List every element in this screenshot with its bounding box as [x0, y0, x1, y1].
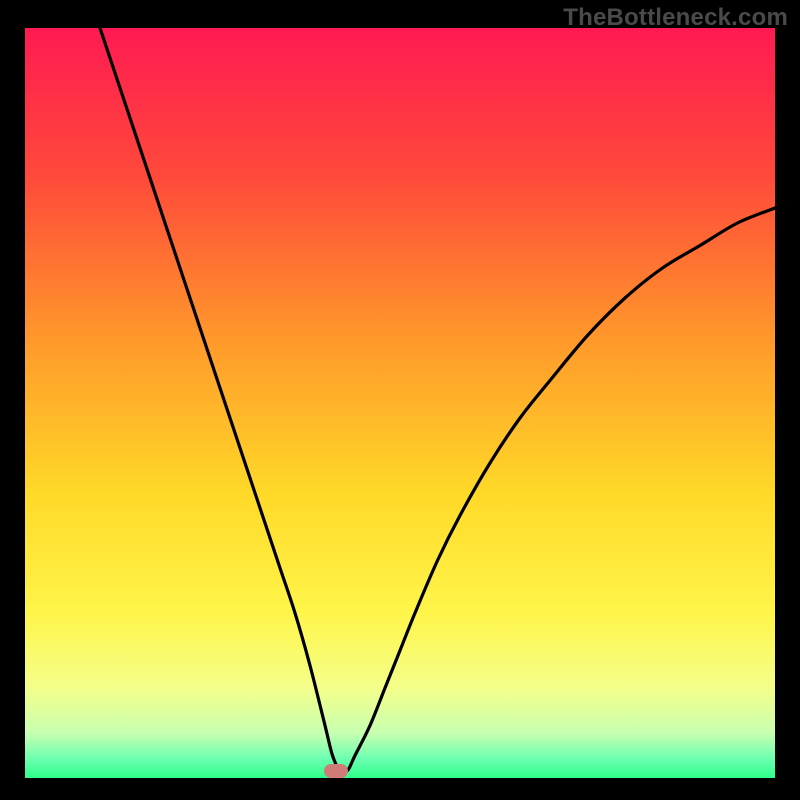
watermark-text: TheBottleneck.com [563, 4, 788, 32]
optimal-point-marker [324, 764, 348, 778]
bottleneck-plot [25, 28, 775, 778]
chart-frame: TheBottleneck.com [0, 0, 800, 800]
